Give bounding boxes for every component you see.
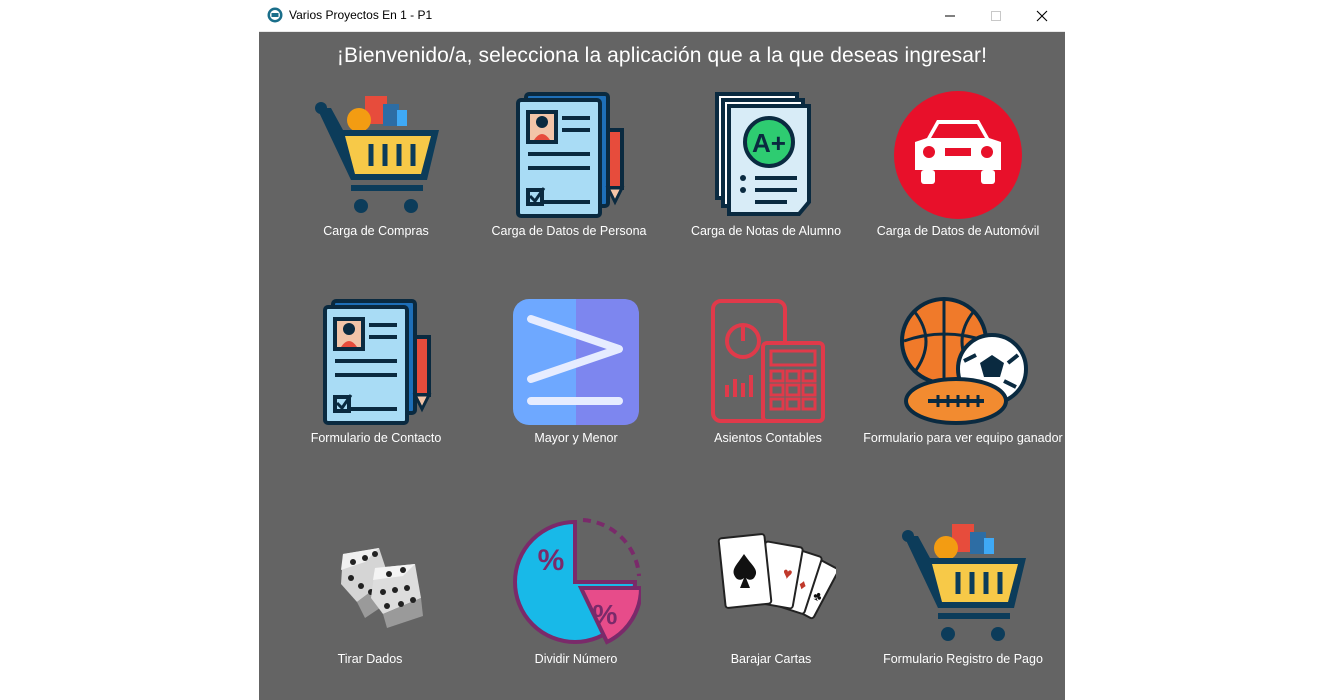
maximize-icon	[991, 10, 1001, 21]
grade-document-icon: A+	[715, 92, 811, 216]
sports-balls-icon	[900, 297, 1028, 425]
app-tile-notas-alumno[interactable]: A+ Carga de Notas de Alumno	[666, 90, 866, 260]
app-label: Tirar Dados	[337, 652, 403, 666]
app-tile-barajar-cartas[interactable]: ♥ ♦ ♣ Barajar Cartas	[671, 518, 871, 688]
app-tile-datos-persona[interactable]: Carga de Datos de Persona	[469, 90, 669, 260]
app-tile-equipo-ganador[interactable]: Formulario para ver equipo ganador	[863, 297, 1063, 467]
contact-form-icon	[323, 299, 432, 425]
title-bar[interactable]: Varios Proyectos En 1 - P1	[259, 0, 1065, 32]
app-logo-icon	[267, 7, 283, 23]
app-label: Formulario para ver equipo ganador	[863, 431, 1063, 445]
minimize-icon	[945, 15, 955, 16]
app-tile-carga-compras[interactable]: Carga de Compras	[276, 90, 476, 260]
app-tile-tirar-dados[interactable]: Tirar Dados	[270, 518, 470, 688]
svg-text:A+: A+	[752, 128, 786, 158]
window-title: Varios Proyectos En 1 - P1	[289, 8, 433, 22]
close-button[interactable]	[1019, 0, 1065, 31]
dice-icon	[341, 548, 423, 628]
payment-cart-icon	[902, 524, 1026, 641]
playing-cards-icon: ♥ ♦ ♣	[717, 533, 836, 620]
calculator-chart-icon	[711, 299, 825, 423]
person-document-icon	[516, 92, 625, 218]
app-label: Carga de Datos de Automóvil	[876, 224, 1040, 238]
app-tile-dividir-numero[interactable]: % % Dividir Número	[476, 518, 676, 688]
percent-pie-icon: % %	[513, 518, 641, 645]
app-tile-datos-automovil[interactable]: Carga de Datos de Automóvil	[858, 90, 1058, 260]
app-label: Formulario Registro de Pago	[883, 652, 1043, 666]
app-tile-mayor-menor[interactable]: Mayor y Menor	[476, 297, 676, 467]
close-icon	[1036, 10, 1048, 21]
minimize-button[interactable]	[927, 0, 973, 31]
app-tile-registro-pago[interactable]: Formulario Registro de Pago	[863, 518, 1063, 688]
maximize-button[interactable]	[973, 0, 1019, 31]
app-tile-formulario-contacto[interactable]: Formulario de Contacto	[276, 297, 476, 467]
app-window: Varios Proyectos En 1 - P1 ¡Bienvenido/a…	[259, 0, 1065, 700]
shopping-cart-icon	[315, 96, 439, 213]
car-icon	[894, 91, 1022, 219]
app-tile-asientos-contables[interactable]: Asientos Contables	[668, 297, 868, 467]
svg-text:%: %	[538, 544, 565, 577]
greater-equal-icon	[513, 299, 639, 425]
svg-text:%: %	[593, 599, 618, 630]
welcome-heading: ¡Bienvenido/a, selecciona la aplicación …	[336, 44, 988, 67]
